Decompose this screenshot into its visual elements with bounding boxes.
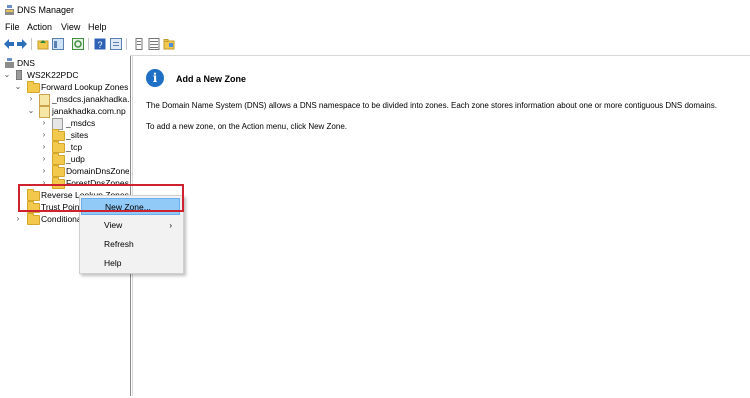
up-folder-icon[interactable] — [37, 38, 49, 50]
tree-label: WS2K22PDC — [27, 70, 79, 80]
pane-border — [130, 55, 750, 56]
toolbar: ? — [0, 36, 750, 53]
menu-action[interactable]: Action — [27, 22, 52, 32]
back-arrow-icon[interactable] — [3, 38, 15, 50]
folder-icon — [52, 141, 65, 153]
context-menu-help[interactable]: Help — [81, 255, 180, 272]
dns-icon — [5, 58, 14, 68]
menu-help[interactable]: Help — [88, 22, 107, 32]
context-menu-refresh[interactable]: Refresh — [81, 236, 180, 253]
folder-icon — [52, 153, 65, 165]
tree-item-server[interactable]: ⌄ WS2K22PDC — [0, 69, 129, 81]
tree-label: Forward Lookup Zones — [41, 82, 129, 92]
properties-icon[interactable] — [110, 38, 122, 50]
tree-label: _sites — [66, 130, 89, 140]
tree-item-sites[interactable]: › _sites — [0, 129, 129, 141]
help-icon[interactable]: ? — [94, 38, 106, 50]
tree-label: _tcp — [66, 142, 83, 152]
tree-item-forward-lookup-zones[interactable]: ⌄ Forward Lookup Zones — [0, 81, 129, 93]
tree-item-tcp[interactable]: › _tcp — [0, 141, 129, 153]
window-title: DNS Manager — [17, 5, 75, 15]
folder-icon — [52, 165, 65, 177]
toolbar-separator — [126, 38, 127, 50]
menu-item-label: Help — [104, 258, 122, 268]
tree-label: DomainDnsZones — [66, 166, 129, 176]
chevron-right-icon[interactable]: › — [40, 117, 48, 129]
menu-bar: File Action View Help — [0, 20, 750, 34]
tree-item-msdcs-zone[interactable]: › _msdcs.janakhadka.c — [0, 93, 129, 106]
tree-label: DNS — [17, 58, 35, 68]
chevron-right-icon[interactable]: › — [27, 93, 35, 105]
submenu-arrow-icon: › — [169, 221, 172, 230]
folder-icon — [27, 81, 40, 93]
content-description: The Domain Name System (DNS) allows a DN… — [146, 101, 717, 110]
info-icon: i — [146, 69, 164, 87]
chevron-down-icon[interactable]: ⌄ — [14, 81, 22, 93]
tree-item-msdcs[interactable]: › _msdcs — [0, 117, 129, 130]
tree-label: _udp — [66, 154, 85, 164]
menu-item-label: View — [104, 220, 123, 230]
tree-item-udp[interactable]: › _udp — [0, 153, 129, 165]
chevron-right-icon[interactable]: › — [40, 153, 48, 165]
refresh-icon[interactable] — [72, 38, 84, 50]
chevron-down-icon[interactable]: ⌄ — [3, 69, 11, 81]
title-bar: DNS Manager — [0, 0, 750, 20]
list-view-icon[interactable] — [133, 38, 145, 50]
tree-label: _msdcs.janakhadka.c — [52, 94, 129, 104]
server-icon — [16, 70, 22, 80]
svg-text:?: ? — [97, 40, 102, 50]
menu-view[interactable]: View — [61, 22, 80, 32]
tree-item-domaindnszones[interactable]: › DomainDnsZones — [0, 165, 129, 177]
tree-label: Conditiona — [41, 214, 82, 224]
chevron-right-icon[interactable]: › — [40, 141, 48, 153]
folder-icon — [52, 129, 65, 141]
toolbar-separator — [88, 38, 89, 50]
content-instruction: To add a new zone, on the Action menu, c… — [146, 122, 348, 131]
tree-item-zone[interactable]: ⌄ janakhadka.com.np — [0, 105, 129, 118]
folder-icon — [27, 213, 40, 225]
forward-arrow-icon[interactable] — [16, 38, 28, 50]
chevron-down-icon[interactable]: ⌄ — [27, 105, 35, 117]
tree-item-dns[interactable]: DNS — [0, 57, 129, 69]
chevron-right-icon[interactable]: › — [40, 129, 48, 141]
details-view-icon[interactable] — [148, 38, 160, 50]
tree-label: janakhadka.com.np — [52, 106, 126, 116]
show-hide-tree-icon[interactable] — [52, 38, 64, 50]
zone-folder-icon[interactable] — [163, 38, 175, 50]
chevron-right-icon[interactable]: › — [14, 213, 22, 225]
tree-label: _msdcs — [66, 118, 96, 128]
content-heading: Add a New Zone — [176, 74, 247, 84]
highlight-box — [18, 184, 184, 212]
dns-manager-icon — [5, 5, 14, 15]
chevron-right-icon[interactable]: › — [40, 165, 48, 177]
menu-file[interactable]: File — [5, 22, 20, 32]
toolbar-separator — [31, 38, 32, 50]
menu-item-label: Refresh — [104, 239, 134, 249]
context-menu-view[interactable]: View › — [81, 217, 180, 234]
